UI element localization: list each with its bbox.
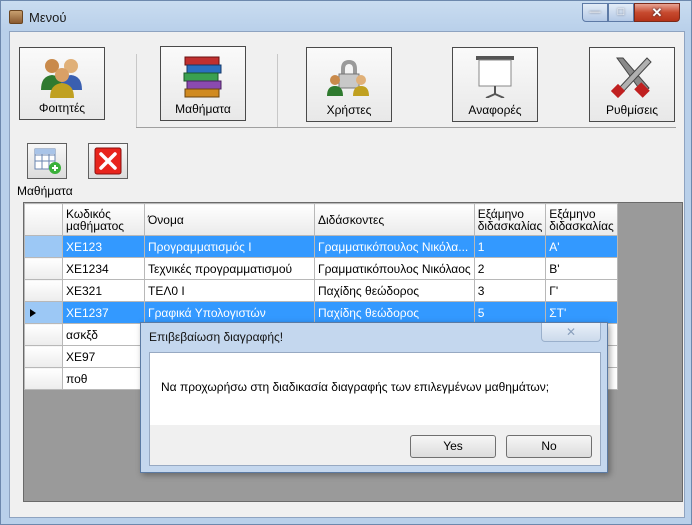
close-icon: ✕: [651, 5, 663, 20]
row-header-current[interactable]: [24, 301, 63, 324]
projector-screen-icon: [476, 56, 514, 98]
toolbar-divider-right: [277, 54, 278, 127]
dialog-title: Επιβεβαίωση διαγραφής!: [149, 330, 284, 344]
row-header[interactable]: [24, 257, 63, 280]
minimize-button[interactable]: —: [582, 3, 608, 22]
dialog-message-area: Να προχωρήσω στη διαδικασία διαγραφής τω…: [150, 353, 600, 425]
cell-semester-label[interactable]: Α': [545, 235, 618, 258]
title-bar[interactable]: Μενού — □ ✕: [1, 1, 691, 31]
toolbar-divider: [136, 127, 676, 128]
cell-semester[interactable]: 1: [473, 235, 547, 258]
cell-semester-label[interactable]: Β': [545, 257, 618, 280]
yes-button[interactable]: Yes: [410, 435, 496, 458]
table-row[interactable]: ΧΕ1234 Τεχνικές προγραμματισμού Γραμματι…: [24, 257, 618, 280]
cell-code[interactable]: ποθ: [62, 367, 145, 390]
courses-button[interactable]: Μαθήματα: [160, 46, 246, 121]
row-header[interactable]: [24, 235, 63, 258]
users-label: Χρήστες: [326, 103, 372, 117]
cell-teachers[interactable]: Γραμματικόπουλος Νικόλαος: [314, 257, 475, 280]
courses-section-label: Μαθήματα: [17, 184, 73, 198]
cell-code[interactable]: ΧΕ321: [62, 279, 145, 302]
cell-name[interactable]: Γραφικά Υπολογιστών: [144, 301, 315, 324]
cell-teachers[interactable]: Παχίδης θεώδορος: [314, 301, 475, 324]
students-button[interactable]: Φοιτητές: [19, 47, 105, 120]
maximize-icon: □: [617, 6, 625, 18]
table-row[interactable]: ΧΕ1237 Γραφικά Υπολογιστών Παχίδης θεώδο…: [24, 301, 618, 324]
courses-label: Μαθήματα: [175, 102, 231, 116]
maximize-button[interactable]: □: [608, 3, 634, 22]
reports-button[interactable]: Αναφορές: [452, 47, 538, 122]
app-icon: [9, 10, 23, 24]
row-header[interactable]: [24, 345, 63, 368]
dialog-close-button[interactable]: ✕: [541, 323, 601, 342]
column-header-semester-label[interactable]: Εξάμηνο διδασκαλίας: [545, 203, 618, 236]
cell-code[interactable]: ΧΕ1234: [62, 257, 145, 280]
table-row[interactable]: ΧΕ321 ΤΕΛ0 Ι Παχίδης θεώδορος 3 Γ': [24, 279, 618, 302]
column-header-teachers[interactable]: Διδάσκοντες: [314, 203, 475, 236]
current-row-arrow-icon: [30, 308, 36, 317]
row-header[interactable]: [24, 279, 63, 302]
row-header-corner: [24, 203, 63, 236]
students-label: Φοιτητές: [38, 101, 86, 115]
row-header[interactable]: [24, 323, 63, 346]
column-header-semester[interactable]: Εξάμηνο διδασκαλίας: [473, 203, 547, 236]
cell-code[interactable]: ΧΕ97: [62, 345, 145, 368]
no-button[interactable]: No: [506, 435, 592, 458]
minimize-icon: —: [589, 6, 601, 18]
close-icon: ✕: [565, 325, 577, 339]
settings-label: Ρυθμίσεις: [605, 103, 659, 117]
books-icon: [183, 56, 222, 98]
cell-name[interactable]: Προγραμματισμός Ι: [144, 235, 315, 258]
add-table-icon: [34, 148, 61, 174]
students-icon: [41, 59, 82, 98]
dialog-body: Να προχωρήσω στη διαδικασία διαγραφής τω…: [149, 352, 601, 466]
main-window: Μενού — □ ✕ Φοιτητές Μαθήματα Χρήστες Αν…: [0, 0, 692, 525]
table-row[interactable]: ΧΕ123 Προγραμματισμός Ι Γραμματικόπουλος…: [24, 235, 618, 258]
reports-label: Αναφορές: [468, 103, 522, 117]
cell-name[interactable]: Τεχνικές προγραμματισμού: [144, 257, 315, 280]
cell-semester[interactable]: 2: [473, 257, 547, 280]
cell-semester[interactable]: 3: [473, 279, 547, 302]
cell-code[interactable]: ΧΕ1237: [62, 301, 145, 324]
users-lock-icon: [327, 60, 369, 96]
close-button[interactable]: ✕: [634, 3, 680, 22]
tools-icon: [611, 57, 652, 98]
cell-semester[interactable]: 5: [473, 301, 547, 324]
delete-course-button[interactable]: [88, 143, 128, 179]
cell-semester-label[interactable]: Γ': [545, 279, 618, 302]
row-header[interactable]: [24, 367, 63, 390]
cell-teachers[interactable]: Γραμματικόπουλος Νικόλα...: [314, 235, 475, 258]
dialog-message: Να προχωρήσω στη διαδικασία διαγραφής τω…: [161, 380, 550, 394]
column-header-name[interactable]: Όνομα: [144, 203, 315, 236]
settings-button[interactable]: Ρυθμίσεις: [589, 47, 675, 122]
add-course-button[interactable]: [27, 143, 67, 179]
cell-code[interactable]: ασκξδ: [62, 323, 145, 346]
cell-name[interactable]: ΤΕΛ0 Ι: [144, 279, 315, 302]
column-header-code[interactable]: Κωδικός μαθήματος: [62, 203, 145, 236]
delete-confirm-dialog: Επιβεβαίωση διαγραφής! ✕ Να προχωρήσω στ…: [140, 322, 608, 473]
window-title: Μενού: [29, 10, 67, 25]
toolbar-divider-left: [136, 54, 137, 127]
delete-x-icon: [94, 147, 122, 175]
cell-code[interactable]: ΧΕ123: [62, 235, 145, 258]
header-row: Κωδικός μαθήματος Όνομα Διδάσκοντες Εξάμ…: [24, 203, 618, 236]
users-button[interactable]: Χρήστες: [306, 47, 392, 122]
cell-teachers[interactable]: Παχίδης θεώδορος: [314, 279, 475, 302]
cell-semester-label[interactable]: ΣΤ': [545, 301, 618, 324]
